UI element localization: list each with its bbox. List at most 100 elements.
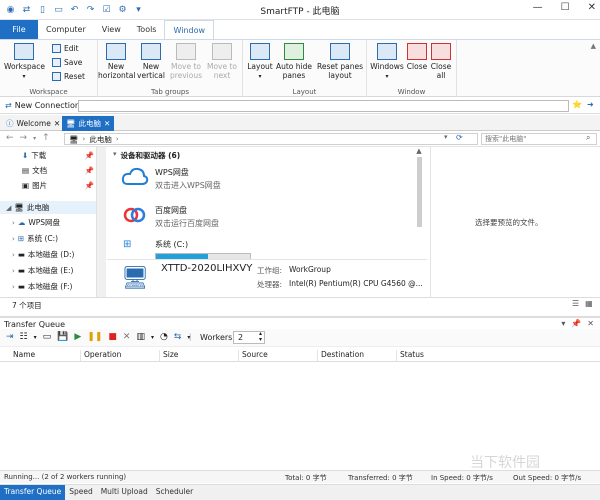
windows-button[interactable]: Windows ▾ [369,43,405,81]
queue-pin-icon[interactable]: 📌 [571,319,581,328]
cpu-label: 处理器: [257,280,283,289]
maximize-button[interactable]: ☐ [561,2,570,13]
tab-close-icon[interactable]: ✕ [104,119,110,128]
tab-tools[interactable]: Tools [129,20,165,39]
favorites-icon[interactable]: ⭐ [572,100,582,109]
tab-file[interactable]: File [0,20,38,39]
auto-hide-button[interactable]: Auto hide panes [275,43,313,80]
download-icon: ⬇ [22,151,29,160]
tab-view[interactable]: View [94,20,129,39]
tab-this-pc[interactable]: 🖥 此电脑 ✕ [62,116,115,131]
tab-transfer-queue[interactable]: Transfer Queue [0,485,66,500]
expand-icon[interactable]: › [12,283,15,291]
close-icon [407,43,427,60]
refresh-icon[interactable]: ⟳ [456,133,463,142]
content-scrollbar[interactable]: ▲ [411,147,427,257]
devices-header[interactable]: ▾ 设备和驱动器 (6) [113,150,180,161]
stepper-arrows-icon[interactable]: ▴ ▾ [259,331,262,343]
search-icon[interactable]: ⌕ [586,133,590,143]
grid-icon[interactable]: ▥ [136,332,145,342]
tree-item-drive-e[interactable]: › ▬ 本地磁盘 (E:) [12,265,73,276]
tree-item-drive-f[interactable]: › ▬ 本地磁盘 (F:) [12,281,72,292]
expand-icon[interactable]: › [12,251,15,259]
tree-item-wps[interactable]: › ☁ WPS网盘 [12,217,60,228]
close-all-button[interactable]: Close all [429,43,453,80]
forward-icon[interactable]: → [20,133,28,143]
move-next-button[interactable]: Move to next [204,43,240,80]
tab-window[interactable]: Window [164,20,215,39]
grid-dropdown-icon[interactable]: ▾ [151,334,154,341]
column-status[interactable]: Status [396,350,424,361]
layout-button[interactable]: Layout ▾ [245,43,275,81]
column-size[interactable]: Size [159,350,178,361]
address-dropdown-icon[interactable]: ▾ [444,133,448,141]
expand-icon[interactable]: › [12,219,15,227]
scroll-up-icon[interactable]: ▲ [411,147,427,155]
tree-item-drive-c[interactable]: › ⊞ 系统 (C:) [12,233,58,244]
status-bar: Running... (2 of 2 workers running) Tota… [0,470,600,483]
tab-multi-upload[interactable]: Multi Upload [97,485,152,500]
speed-icon[interactable]: ◔ [160,332,168,342]
breadcrumb-root[interactable]: 此电脑 [89,134,112,145]
tree-scrollbar[interactable] [96,147,106,297]
queue-close-icon[interactable]: ✕ [587,319,594,328]
scroll-thumb[interactable] [416,157,422,227]
close-all-icon [431,43,451,60]
save-button[interactable]: Save [52,58,82,67]
start-icon[interactable]: ⇥ [6,332,14,342]
column-name[interactable]: Name [10,350,35,361]
device-baidu[interactable]: 百度网盘 双击运行百度网盘 [155,205,219,229]
tree-item-downloads[interactable]: ⬇ 下载 📌 [22,150,94,161]
new-horizontal-button[interactable]: New horizontal [98,43,135,80]
stop-icon[interactable]: ■ [108,332,117,342]
tab-speed[interactable]: Speed [65,485,97,500]
column-destination[interactable]: Destination [317,350,364,361]
remove-icon[interactable]: ✕ [123,332,131,342]
limit-icon[interactable]: ⇆ [174,332,182,342]
tree-item-this-pc[interactable]: ◢ 🖥 此电脑 [0,201,96,214]
open-icon[interactable]: ▭ [43,332,52,342]
edit-button[interactable]: Edit [52,44,79,53]
go-icon[interactable]: ➜ [587,100,594,109]
recent-dropdown-icon[interactable]: ▾ [33,135,36,143]
device-wps[interactable]: WPS网盘 双击进入WPS网盘 [155,167,221,191]
tab-computer[interactable]: Computer [38,20,94,39]
device-drive-c[interactable]: 系统 (C:) [155,239,251,261]
expand-icon[interactable]: › [12,235,15,243]
queue-menu-icon[interactable]: ▾ [561,319,565,328]
workspace-button[interactable]: Workspace ▾ [4,43,45,81]
close-window-button[interactable]: ✕ [588,2,596,13]
tiles-view-icon[interactable]: ▦ [585,299,593,308]
play-icon[interactable]: ▶ [74,332,81,342]
details-view-icon[interactable]: ☰ [572,299,579,308]
minimize-button[interactable]: — [533,2,543,13]
move-previous-button[interactable]: Move to previous [168,43,204,80]
tab-scheduler[interactable]: Scheduler [152,485,198,500]
tree-item-drive-d[interactable]: › ▬ 本地磁盘 (D:) [12,249,74,260]
pause-icon[interactable]: ❚❚ [87,332,102,342]
column-operation[interactable]: Operation [80,350,121,361]
new-vertical-button[interactable]: New vertical [134,43,168,80]
new-connection-input[interactable] [78,100,569,112]
list-icon[interactable]: ☷ [20,332,28,342]
tree-item-documents[interactable]: ▤ 文档 📌 [22,165,94,176]
up-icon[interactable]: ↑ [42,133,50,143]
toolbar-separator: | [189,333,192,341]
tab-welcome[interactable]: ⓘ Welcome ✕ [2,116,64,131]
window-title: SmartFTP - 此电脑 [260,7,340,17]
ribbon-collapse-icon[interactable]: ▲ [591,42,596,50]
tree-item-pictures[interactable]: ▣ 图片 📌 [22,180,94,191]
tab-close-icon[interactable]: ✕ [54,119,60,128]
collapse-icon[interactable]: ◢ [6,204,11,212]
reset-button[interactable]: Reset [52,72,85,81]
expand-icon[interactable]: › [12,267,15,275]
search-input[interactable]: 搜索"此电脑" [481,133,597,145]
reset-panes-button[interactable]: Reset panes layout [313,43,367,80]
back-icon[interactable]: ← [6,133,14,143]
save-queue-icon[interactable]: 💾 [57,332,68,342]
close-button[interactable]: Close [405,43,429,71]
column-source[interactable]: Source [238,350,268,361]
breadcrumb[interactable]: 🖥 › 此电脑 › [64,133,478,145]
list-dropdown-icon[interactable]: ▾ [34,334,37,341]
workers-stepper[interactable]: 2 ▴ ▾ [233,331,265,344]
